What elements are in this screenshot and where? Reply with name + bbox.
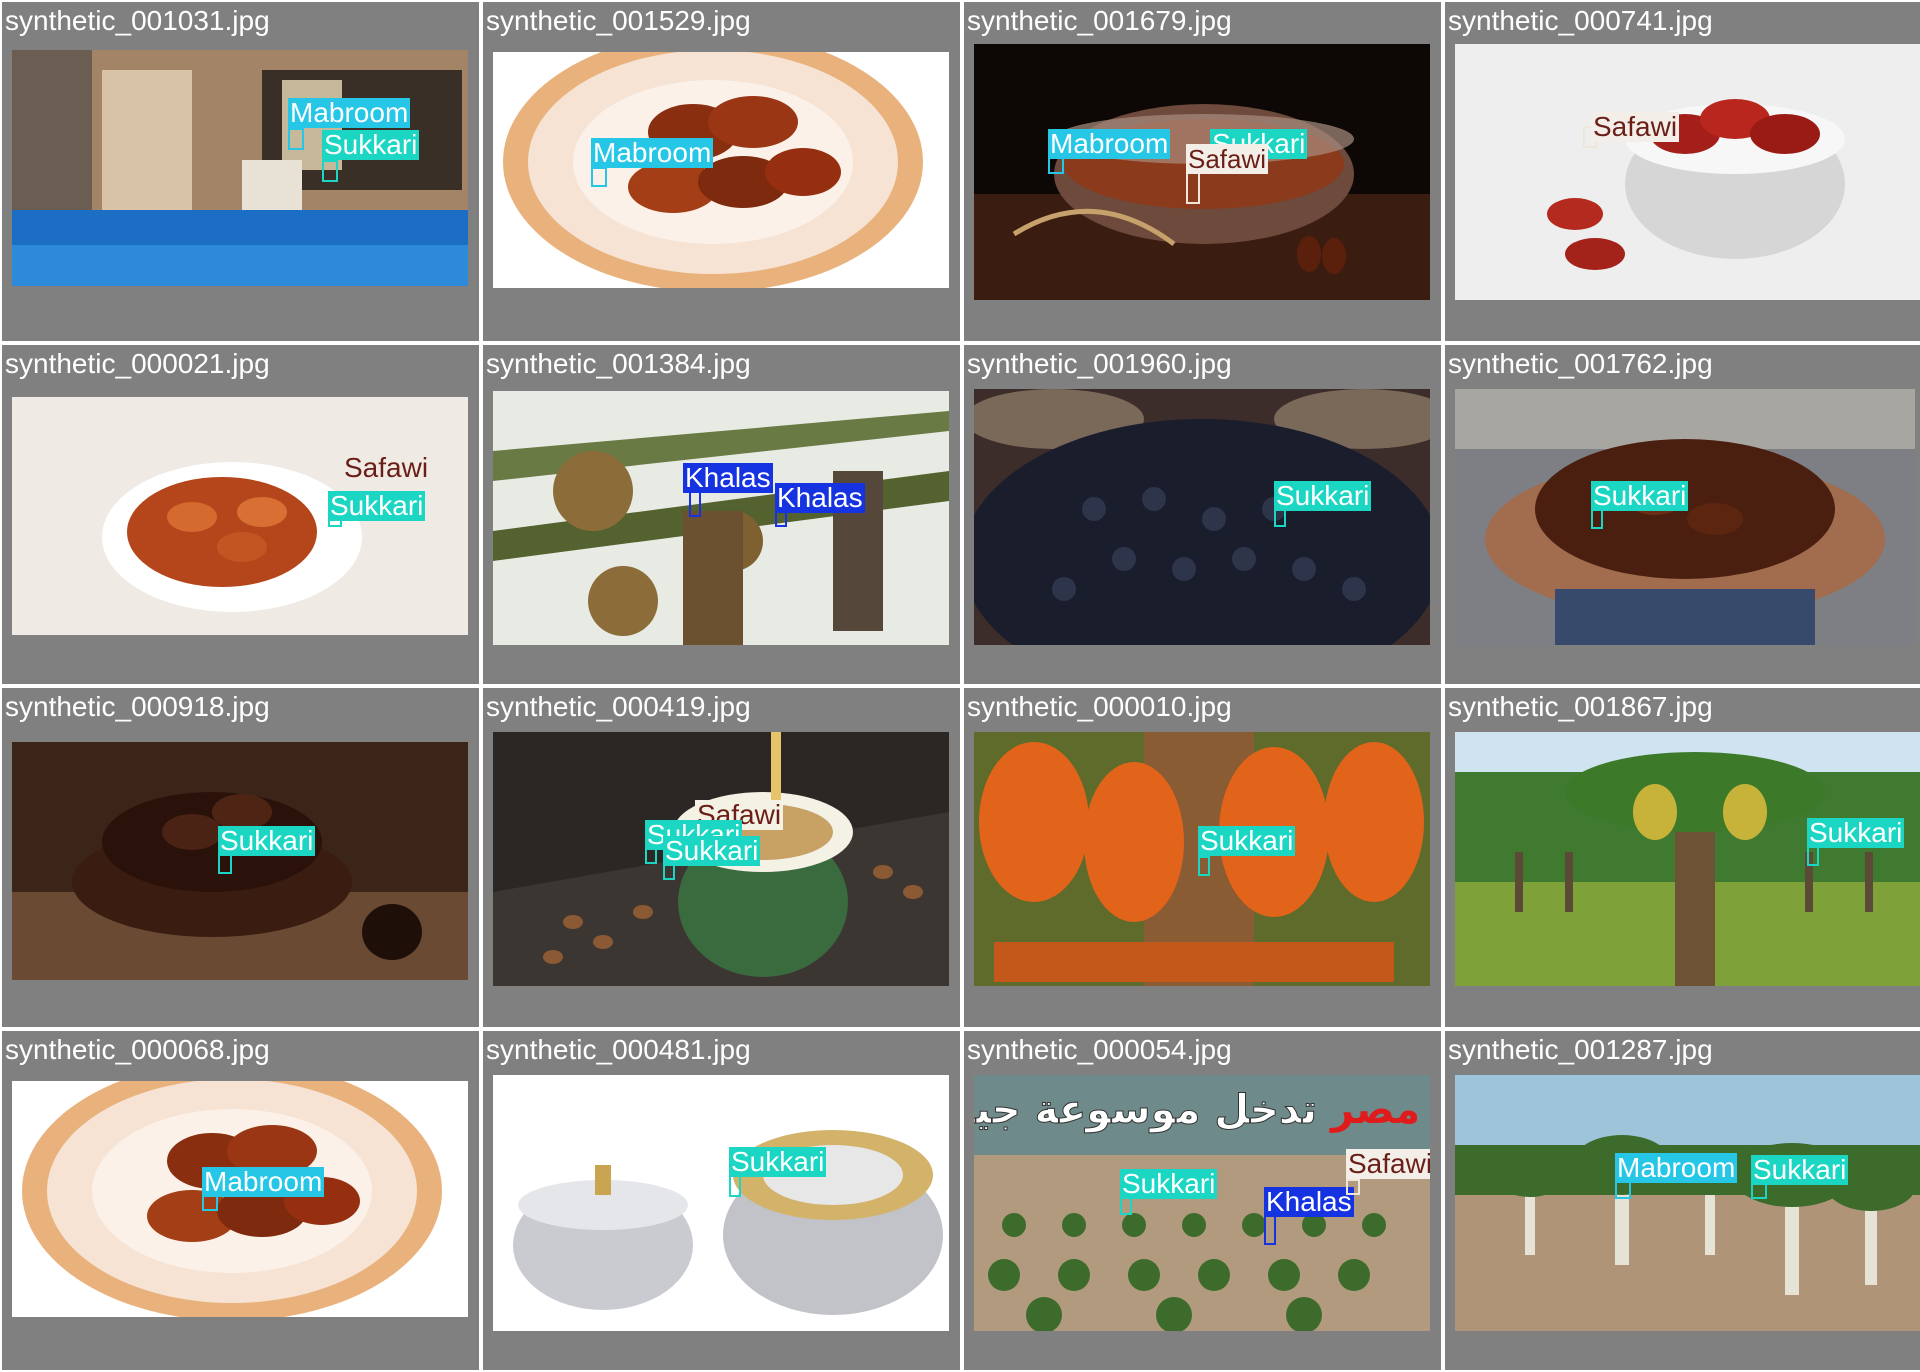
image-tile[interactable]: synthetic_001031.jpg Mabroom Sukkari	[2, 2, 479, 341]
detection-label: Mabroom	[202, 1166, 325, 1197]
photo-young-palms	[1455, 1075, 1920, 1331]
image-tile[interactable]: synthetic_000010.jpg Sukkari	[964, 688, 1441, 1027]
farm-headline: مصر تدخل موسوعة جينيس	[974, 1087, 1420, 1134]
image-tile[interactable]: synthetic_000054.jpg مصر تدخل موسوعة جين…	[964, 1031, 1441, 1370]
detection-label: Safawi	[1346, 1149, 1430, 1179]
tile-photo: Sukkari	[12, 742, 468, 980]
photo-hands-dates	[1455, 389, 1915, 645]
image-tile[interactable]: synthetic_000021.jpg Safawi Sukkari	[2, 345, 479, 684]
detection-label: Mabroom	[288, 97, 411, 128]
image-tile[interactable]: synthetic_001867.jpg Sukkari	[1445, 688, 1920, 1027]
detection-label: Mabroom	[1615, 1152, 1738, 1183]
image-tile[interactable]: synthetic_001287.jpg Mabroom Sukkari	[1445, 1031, 1920, 1370]
tile-filename: synthetic_000068.jpg	[5, 1034, 270, 1065]
tile-filename: synthetic_001679.jpg	[967, 5, 1232, 36]
detection-label: Sukkari	[663, 835, 761, 866]
tile-photo: Mabroom	[493, 52, 949, 288]
tile-photo: Safawi Sukkari	[12, 397, 468, 635]
photo-plantation	[1455, 732, 1920, 986]
tile-filename: synthetic_001031.jpg	[5, 5, 270, 36]
detection-label: Mabroom	[591, 137, 714, 168]
tile-photo: Mabroom Sukkari Safawi	[974, 44, 1430, 300]
tile-filename: synthetic_001867.jpg	[1448, 691, 1713, 722]
image-tile[interactable]: synthetic_001960.jpg Sukkari	[964, 345, 1441, 684]
tile-filename: synthetic_001529.jpg	[486, 5, 751, 36]
headline-red: مصر	[1330, 1087, 1420, 1133]
tile-photo: Safawi	[1455, 44, 1920, 300]
tile-filename: synthetic_000054.jpg	[967, 1034, 1232, 1065]
tile-filename: synthetic_000481.jpg	[486, 1034, 751, 1065]
image-tile[interactable]: synthetic_000068.jpg Mabroom	[2, 1031, 479, 1370]
tile-filename: synthetic_001287.jpg	[1448, 1034, 1713, 1065]
tile-filename: synthetic_001384.jpg	[486, 348, 751, 379]
tile-photo: Sukkari	[974, 389, 1430, 645]
image-tile[interactable]: synthetic_000918.jpg Sukkari	[2, 688, 479, 1027]
photo-white-bowl	[1455, 44, 1920, 300]
tile-photo: Mabroom	[12, 1081, 468, 1317]
detection-label: Sukkari	[1198, 825, 1296, 856]
photo-plate-dates	[493, 52, 949, 288]
tile-filename: synthetic_000010.jpg	[967, 691, 1232, 722]
detection-label: Safawi	[1591, 111, 1680, 142]
detection-label: Sukkari	[729, 1146, 827, 1177]
detection-mosaic: synthetic_001031.jpg Mabroom Sukkari syn…	[0, 0, 1920, 1372]
detection-label: Khalas	[683, 462, 773, 493]
detection-label: Sukkari	[218, 825, 316, 856]
tile-photo: Sukkari	[974, 732, 1430, 986]
image-tile[interactable]: synthetic_001384.jpg Khalas Khalas	[483, 345, 960, 684]
detection-label: Mabroom	[1048, 128, 1171, 159]
photo-palm-climber	[493, 391, 949, 645]
detection-label: Sukkari	[1274, 480, 1372, 511]
photo-plate-dates	[12, 1081, 468, 1317]
tile-filename: synthetic_000419.jpg	[486, 691, 751, 722]
detection-label: Khalas	[775, 482, 865, 513]
detection-label: Safawi	[342, 452, 431, 483]
tile-photo: Mabroom Sukkari	[12, 50, 468, 286]
image-tile[interactable]: synthetic_000419.jpg Safawi Sukkari Sukk…	[483, 688, 960, 1027]
detection-label: Sukkari	[1807, 817, 1905, 848]
image-tile[interactable]: synthetic_000481.jpg Sukkari	[483, 1031, 960, 1370]
photo-resort	[12, 50, 468, 286]
tile-filename: synthetic_000021.jpg	[5, 348, 270, 379]
tile-filename: synthetic_000741.jpg	[1448, 5, 1713, 36]
tile-photo: Sukkari	[1455, 389, 1915, 645]
detection-label: Sukkari	[328, 490, 426, 521]
image-tile[interactable]: synthetic_001679.jpg Mabroom Sukkari Saf…	[964, 2, 1441, 341]
detection-label: Sukkari	[1120, 1168, 1218, 1199]
tile-filename: synthetic_000918.jpg	[5, 691, 270, 722]
image-tile[interactable]: synthetic_001529.jpg Mabroom	[483, 2, 960, 341]
photo-dark-bowl	[12, 742, 468, 980]
tile-photo: Sukkari	[493, 1075, 949, 1331]
tile-photo: Khalas Khalas	[493, 391, 949, 645]
tile-filename: synthetic_001960.jpg	[967, 348, 1232, 379]
tile-photo: Safawi Sukkari Sukkari	[493, 732, 949, 986]
photo-black-dates	[974, 389, 1430, 645]
detection-label: Khalas	[1264, 1186, 1354, 1217]
detection-label: Sukkari	[1591, 480, 1689, 511]
photo-silver-bowls	[493, 1075, 949, 1331]
detection-label: Sukkari	[1751, 1154, 1849, 1185]
detection-label: Sukkari	[322, 129, 420, 160]
detection-label: Safawi	[1186, 144, 1269, 174]
tile-photo: مصر تدخل موسوعة جينيس Sukkari Khalas Saf…	[974, 1075, 1430, 1331]
image-tile[interactable]: synthetic_001762.jpg Sukkari	[1445, 345, 1920, 684]
tile-photo: Mabroom Sukkari	[1455, 1075, 1920, 1331]
tile-photo: Sukkari	[1455, 732, 1920, 986]
tile-filename: synthetic_001762.jpg	[1448, 348, 1713, 379]
headline-white: تدخل موسوعة جينيس	[974, 1087, 1317, 1134]
image-tile[interactable]: synthetic_000741.jpg Safawi	[1445, 2, 1920, 341]
